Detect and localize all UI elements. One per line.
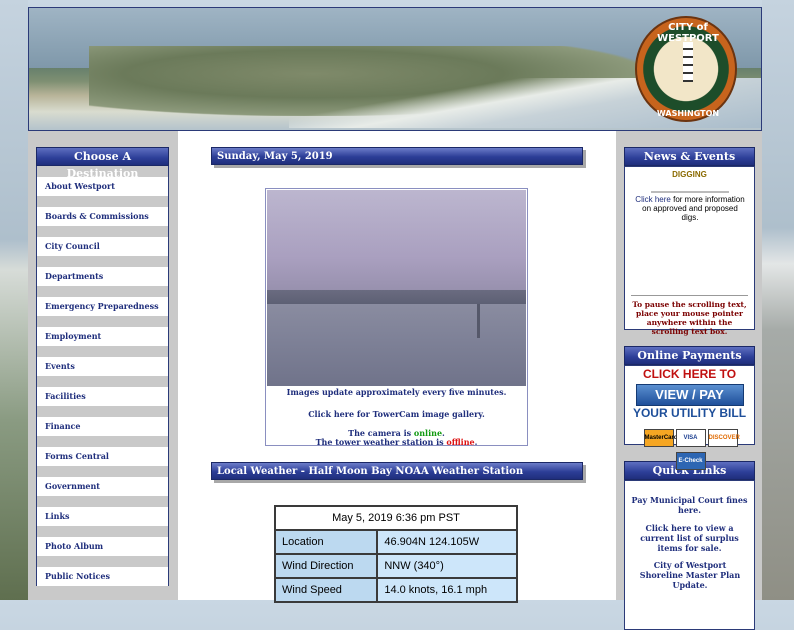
nav-spacer — [36, 226, 169, 237]
weather-value-wind-speed: 14.0 knots, 16.1 mph — [376, 577, 518, 603]
view-pay-button[interactable]: VIEW / PAY — [635, 384, 744, 406]
nav-spacer — [36, 286, 169, 297]
pay-bill-banner[interactable]: CLICK HERE TO VIEW / PAY YOUR UTILITY BI… — [624, 365, 755, 470]
webcam-panel: Images update approximately every five m… — [265, 188, 528, 447]
left-navigation: Choose A Destination About Westport Board… — [36, 147, 169, 586]
card-logos: MasterCard VISA DISCOVERE-Check — [629, 424, 752, 470]
nav-item-forms-central[interactable]: Forms Central — [36, 447, 169, 466]
nav-spacer — [36, 406, 169, 417]
nav-list: About Westport Boards & Commissions City C… — [36, 166, 169, 586]
quick-link-surplus[interactable]: Click here to view a current list of sur… — [629, 523, 750, 553]
right-column: News & Events DIGGING Click here for mor… — [624, 147, 755, 630]
news-body: Click here for more information on appro… — [635, 195, 745, 222]
webcam-shoreline — [267, 290, 526, 304]
table-row: Wind Direction NNW (340°) — [273, 553, 518, 579]
background-beach-left — [0, 0, 28, 600]
nav-title: Choose A Destination — [36, 147, 169, 180]
weather-timestamp: May 5, 2019 6:36 pm PST — [274, 505, 518, 531]
webcam-image[interactable] — [267, 190, 526, 386]
nav-spacer — [36, 436, 169, 447]
mastercard-icon: MasterCard — [643, 429, 678, 447]
weather-title: Local Weather - Half Moon Bay NOAA Weath… — [211, 462, 583, 480]
nav-item-city-council[interactable]: City Council — [36, 237, 169, 256]
table-row: Wind Speed 14.0 knots, 16.1 mph — [273, 577, 518, 603]
background-beach-right — [762, 0, 794, 600]
lighthouse-icon — [683, 42, 693, 82]
weather-label-wind-direction: Wind Direction — [273, 553, 379, 579]
table-row: Location 46.904N 124.105W — [273, 529, 518, 555]
header-banner: CITY of WESTPORT WASHINGTON — [28, 7, 762, 131]
main-content: Sunday, May 5, 2019 Images update approx… — [178, 131, 616, 603]
weather-value-location: 46.904N 124.105W — [376, 529, 518, 555]
echeck-icon: E-Check — [675, 452, 706, 470]
date-title: Sunday, May 5, 2019 — [211, 147, 583, 165]
station-status-prefix: The tower weather station is — [315, 437, 447, 447]
nav-spacer — [36, 496, 169, 507]
nav-spacer — [36, 376, 169, 387]
nav-item-public-notices[interactable]: Public Notices — [36, 567, 169, 586]
city-seal-logo[interactable]: CITY of WESTPORT WASHINGTON — [635, 16, 737, 122]
quick-links-box: Pay Municipal Court fines here. Click he… — [624, 480, 755, 630]
nav-item-emergency-preparedness[interactable]: Emergency Preparedness — [36, 297, 169, 316]
nav-spacer — [36, 196, 169, 207]
page-body: Choose A Destination About Westport Board… — [28, 131, 762, 630]
nav-item-finance[interactable]: Finance — [36, 417, 169, 436]
nav-spacer — [36, 466, 169, 477]
nav-item-departments[interactable]: Departments — [36, 267, 169, 286]
quick-link-court-fines[interactable]: Pay Municipal Court fines here. — [629, 495, 750, 515]
nav-item-boards-commissions[interactable]: Boards & Commissions — [36, 207, 169, 226]
pay-utility-text: YOUR UTILITY BILL — [632, 406, 747, 420]
news-title: News & Events — [624, 147, 755, 166]
weather-table: May 5, 2019 6:36 pm PST Location 46.904N… — [273, 505, 518, 603]
news-separator — [631, 295, 748, 296]
nav-item-facilities[interactable]: Facilities — [36, 387, 169, 406]
nav-item-links[interactable]: Links — [36, 507, 169, 526]
webcam-pier — [477, 304, 480, 338]
nav-spacer — [36, 256, 169, 267]
station-status-line: The tower weather station is offline. — [315, 437, 478, 447]
nav-item-government[interactable]: Government — [36, 477, 169, 496]
seal-top-text: CITY of WESTPORT — [657, 22, 719, 44]
news-divider — [651, 191, 729, 193]
nav-spacer — [36, 526, 169, 537]
nav-spacer — [36, 556, 169, 567]
news-heading: DIGGING — [672, 170, 707, 179]
quick-link-shoreline-plan[interactable]: City of Westport Shoreline Master Plan U… — [635, 560, 745, 590]
nav-item-about-westport[interactable]: About Westport — [36, 177, 169, 196]
news-box: DIGGING Click here for more information … — [624, 166, 755, 336]
nav-item-employment[interactable]: Employment — [36, 327, 169, 346]
payments-title: Online Payments — [624, 346, 755, 365]
cam-update-text: Images update approximately every five m… — [286, 387, 507, 397]
seal-bottom-text: WASHINGTON — [656, 109, 720, 118]
nav-item-photo-album[interactable]: Photo Album — [36, 537, 169, 556]
weather-label-location: Location — [273, 529, 379, 555]
nav-spacer — [36, 346, 169, 357]
cam-gallery-link[interactable]: Click here for TowerCam image gallery. — [266, 409, 527, 419]
nav-spacer — [36, 316, 169, 327]
discover-icon: DISCOVER — [707, 429, 740, 447]
station-status: offline — [446, 437, 475, 447]
nav-item-events[interactable]: Events — [36, 357, 169, 376]
weather-label-wind-speed: Wind Speed — [273, 577, 379, 603]
pay-click-here: CLICK HERE TO — [642, 367, 737, 381]
pause-scroll-note: To pause the scrolling text, place your … — [632, 300, 747, 336]
visa-icon: VISA — [675, 429, 706, 447]
news-link[interactable]: Click here — [635, 195, 671, 204]
weather-value-wind-direction: NNW (340°) — [376, 553, 518, 579]
